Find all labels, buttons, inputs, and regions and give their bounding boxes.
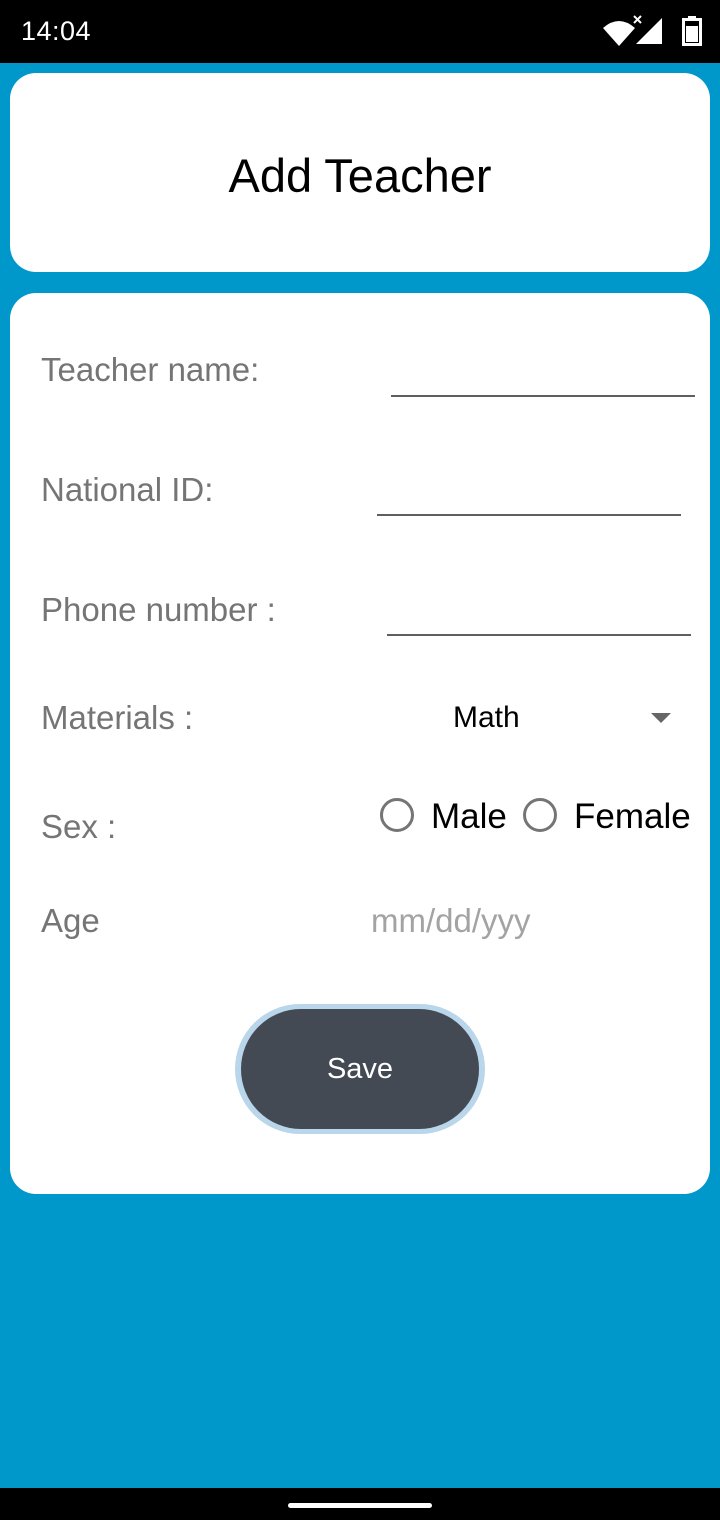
phone-number-input[interactable]	[386, 586, 691, 636]
teacher-name-underline	[391, 395, 695, 397]
national-id-input[interactable]	[376, 466, 681, 516]
age-label: Age	[41, 902, 100, 939]
phone-number-underline	[387, 634, 691, 636]
national-id-label: National ID:	[41, 471, 214, 508]
teacher-name-label: Teacher name:	[41, 351, 260, 388]
teacher-name-input[interactable]	[390, 346, 695, 396]
materials-selected-value: Math	[453, 701, 520, 734]
radio-female-label[interactable]: Female	[574, 797, 691, 837]
wifi-icon	[603, 21, 635, 46]
status-bar: 14:04	[0, 0, 720, 63]
dropdown-arrow-icon	[651, 713, 671, 723]
status-time: 14:04	[21, 16, 92, 46]
sex-label: Sex :	[41, 808, 117, 845]
navigation-bar	[0, 1488, 720, 1520]
age-date-input[interactable]: mm/dd/yyy	[371, 902, 531, 940]
radio-male-label[interactable]: Male	[431, 797, 507, 837]
save-button[interactable]: Save	[241, 1009, 479, 1129]
battery-icon	[682, 16, 702, 46]
phone-number-label: Phone number :	[41, 591, 276, 628]
home-gesture-handle[interactable]	[288, 1503, 432, 1508]
national-id-underline	[377, 514, 681, 516]
radio-female[interactable]	[523, 798, 557, 832]
materials-label: Materials :	[41, 699, 194, 736]
radio-male[interactable]	[380, 798, 414, 832]
signal-icon	[633, 15, 662, 44]
page-title: Add Teacher	[228, 149, 492, 202]
